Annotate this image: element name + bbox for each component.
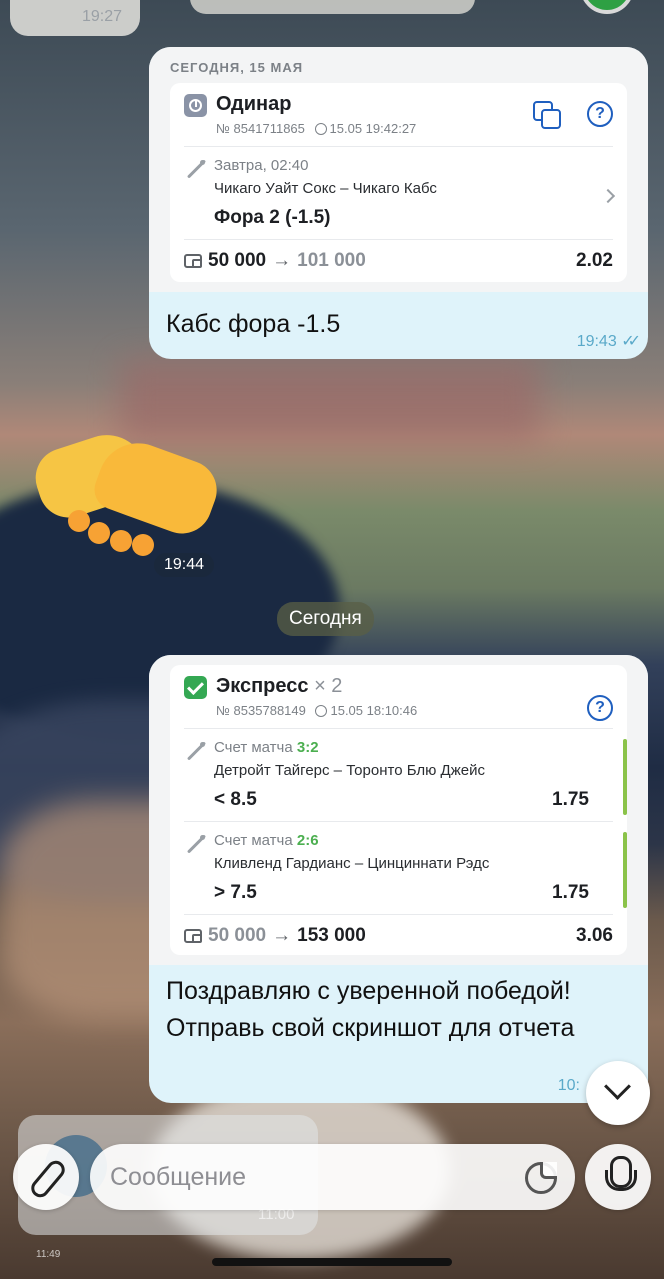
help-icon[interactable]: ?: [587, 695, 613, 721]
baseball-bat-icon: [186, 741, 206, 761]
stake-row: 50 000 → 101 000 2.02: [184, 250, 613, 272]
total-odds: 3.06: [576, 925, 613, 946]
home-indicator: [212, 1258, 452, 1266]
bet-type-title: Одинар: [216, 93, 292, 115]
event-score-line: Счет матча 2:6: [214, 832, 589, 849]
bet-event[interactable]: Счет матча 2:6 Кливленд Гардианс – Цинци…: [184, 832, 627, 908]
message-text: Кабс фора -1.5: [166, 310, 341, 338]
handshake-emoji[interactable]: [27, 424, 226, 560]
message-time-value: 19:43: [576, 333, 617, 350]
divider: [184, 821, 613, 822]
won-indicator-bar: [623, 832, 627, 908]
arrow-right-icon: →: [272, 925, 292, 946]
event-odds: 1.75: [552, 882, 589, 903]
baseball-bat-icon: [186, 159, 206, 179]
day-separator: Сегодня: [277, 602, 374, 636]
score-label: Счет матча: [214, 739, 293, 756]
bet-card-zone: Экспресс × 2 № 8535788149 15.05 18:10:46…: [149, 655, 648, 965]
arrow-right-icon: →: [272, 250, 292, 271]
baseball-bat-icon: [186, 834, 206, 854]
event-pick-label: < 8.5: [214, 789, 257, 810]
divider: [184, 239, 613, 240]
message-bubble-single-bet[interactable]: СЕГОДНЯ, 15 МАЯ Одинар № 8541711865 15.0…: [149, 47, 648, 359]
scroll-down-button[interactable]: [586, 1061, 650, 1125]
chevron-right-icon[interactable]: [600, 188, 616, 204]
help-icon[interactable]: ?: [587, 101, 613, 127]
bet-card-header: Одинар № 8541711865 15.05 19:42:27 ?: [184, 93, 613, 136]
bet-event[interactable]: Завтра, 02:40 Чикаго Уайт Сокс – Чикаго …: [184, 157, 616, 229]
stake-amount: 50 000: [208, 925, 267, 946]
event-score-line: Счет матча 3:2: [214, 739, 589, 756]
previous-system-pill: [190, 0, 475, 14]
event-odds: 1.75: [552, 789, 589, 810]
payout-amount: 153 000: [297, 925, 366, 946]
event-pick: < 8.5 1.75: [214, 789, 589, 811]
event-pick-label: Фора 2 (-1.5): [214, 207, 331, 228]
won-indicator-bar: [623, 739, 627, 815]
total-odds: 2.02: [576, 250, 613, 271]
message-composer[interactable]: [90, 1144, 575, 1210]
divider: [184, 914, 613, 915]
divider: [184, 146, 613, 147]
bet-count: × 2: [314, 675, 343, 697]
small-clock-icon: [314, 123, 327, 135]
event-pick: Фора 2 (-1.5): [214, 207, 589, 229]
microphone-button[interactable]: [585, 1144, 651, 1210]
bet-type-label: Экспресс: [216, 675, 309, 697]
stake-amount: 50 000: [208, 250, 267, 271]
copy-icon[interactable]: [533, 101, 561, 129]
bet-card-zone: СЕГОДНЯ, 15 МАЯ Одинар № 8541711865 15.0…: [149, 47, 648, 292]
sticker-icon[interactable]: [525, 1162, 557, 1194]
payout-amount: 101 000: [297, 250, 366, 271]
previous-message-bubble[interactable]: 19:27: [10, 0, 140, 36]
wallet-icon: [184, 254, 202, 268]
emoji-message-time: 19:44: [154, 553, 215, 577]
bet-card[interactable]: Экспресс × 2 № 8535788149 15.05 18:10:46…: [170, 665, 627, 955]
event-pick: > 7.5 1.75: [214, 882, 589, 904]
event-teams: Чикаго Уайт Сокс – Чикаго Кабс: [214, 180, 437, 197]
message-text: Поздравляю с уверенной победой! Отправь …: [149, 965, 648, 1057]
message-text-line: Поздравляю с уверенной победой!: [166, 977, 571, 1005]
event-pick-label: > 7.5: [214, 882, 257, 903]
clock-icon: [184, 94, 207, 117]
message-time: 10:: [557, 1077, 580, 1094]
small-clock-icon: [315, 705, 328, 717]
bet-number: № 8535788149: [216, 703, 306, 718]
bet-meta: № 8541711865 15.05 19:42:27: [216, 121, 416, 136]
bet-card[interactable]: Одинар № 8541711865 15.05 19:42:27 ? Зав…: [170, 83, 627, 282]
bet-number: № 8541711865: [216, 121, 305, 136]
ghost-small-time: 11:49: [36, 1249, 61, 1260]
message-input[interactable]: [110, 1144, 510, 1210]
score-label: Счет матча: [214, 832, 293, 849]
bet-datetime: 15.05 18:10:46: [330, 703, 418, 718]
bet-datetime: 15.05 19:42:27: [329, 121, 417, 136]
checkbox-won-icon: [184, 676, 207, 699]
bet-card-header: Экспресс × 2 № 8535788149 15.05 18:10:46…: [184, 675, 613, 721]
bet-meta: № 8535788149 15.05 18:10:46: [216, 703, 417, 718]
previous-message-time: 19:27: [81, 8, 122, 25]
double-check-icon: ✓✓: [621, 333, 641, 350]
divider: [184, 728, 613, 729]
event-time: Завтра, 02:40: [214, 157, 309, 174]
paperclip-attach-button[interactable]: [13, 1144, 79, 1210]
event-teams: Детройт Тайгерс – Торонто Блю Джейс: [214, 762, 485, 779]
bet-date-label: СЕГОДНЯ, 15 МАЯ: [170, 60, 304, 75]
bet-type-title: Экспресс × 2: [216, 675, 417, 698]
event-teams: Кливленд Гардианс – Цинциннати Рэдс: [214, 855, 490, 872]
match-score: 3:2: [296, 739, 319, 756]
bet-event[interactable]: Счет матча 3:2 Детройт Тайгерс – Торонто…: [184, 739, 627, 815]
wallet-icon: [184, 929, 202, 943]
stake-row: 50 000 → 153 000 3.06: [184, 925, 613, 947]
message-bubble-express-bet[interactable]: Экспресс × 2 № 8535788149 15.05 18:10:46…: [149, 655, 648, 1103]
message-text-line: Отправь свой скриншот для отчета: [166, 1014, 575, 1042]
message-time: 19:43 ✓✓: [576, 331, 641, 351]
match-score: 2:6: [296, 832, 319, 849]
